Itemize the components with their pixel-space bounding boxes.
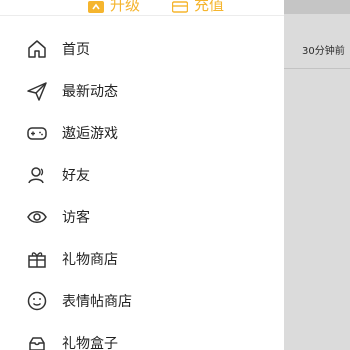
menu-label-home: 首页 [62,42,90,58]
menu-item-latest-updates[interactable]: 最新动态 [0,70,284,112]
recharge-label: 充值 [194,0,225,14]
gamepad-icon [26,122,48,144]
menu-label-visitors: 访客 [62,210,90,226]
drawer-menu: 首页 最新动态 遨逅游戏 好友 访客 礼物商店 表情帖商店 礼物盒子 [0,28,284,350]
menu-item-sticker-shop[interactable]: 表情帖商店 [0,280,284,322]
gift-icon [26,248,48,270]
menu-item-gift-shop[interactable]: 礼物商店 [0,238,284,280]
menu-item-home[interactable]: 首页 [0,28,284,70]
home-icon [26,38,48,60]
menu-item-visitors[interactable]: 访客 [0,196,284,238]
recharge-button[interactable]: 充值 [171,0,225,15]
eye-icon [26,206,48,228]
drawer-top-divider [0,15,284,16]
navigation-drawer: 升级 充值 首页 最新动态 遨逅游戏 好友 访客 礼物商店 表情帖商店 礼物盒子 [0,0,284,350]
menu-item-gift-box[interactable]: 礼物盒子 [0,322,284,350]
menu-label-gift-box: 礼物盒子 [62,336,118,350]
menu-label-gift-shop: 礼物商店 [62,252,118,268]
send-icon [26,80,48,102]
menu-item-games[interactable]: 遨逅游戏 [0,112,284,154]
upgrade-button[interactable]: 升级 [88,0,140,15]
menu-label-games: 遨逅游戏 [62,126,118,142]
drawer-top-actions: 升级 充值 [0,0,284,28]
upgrade-icon [88,0,104,13]
emoji-icon [26,290,48,312]
menu-label-friends: 好友 [62,168,90,184]
menu-label-latest-updates: 最新动态 [62,84,118,100]
menu-item-friends[interactable]: 好友 [0,154,284,196]
friends-icon [26,164,48,186]
wallet-icon [171,0,189,13]
menu-label-sticker-shop: 表情帖商店 [62,294,132,310]
giftbox-icon [26,332,48,350]
upgrade-label: 升级 [110,0,141,14]
